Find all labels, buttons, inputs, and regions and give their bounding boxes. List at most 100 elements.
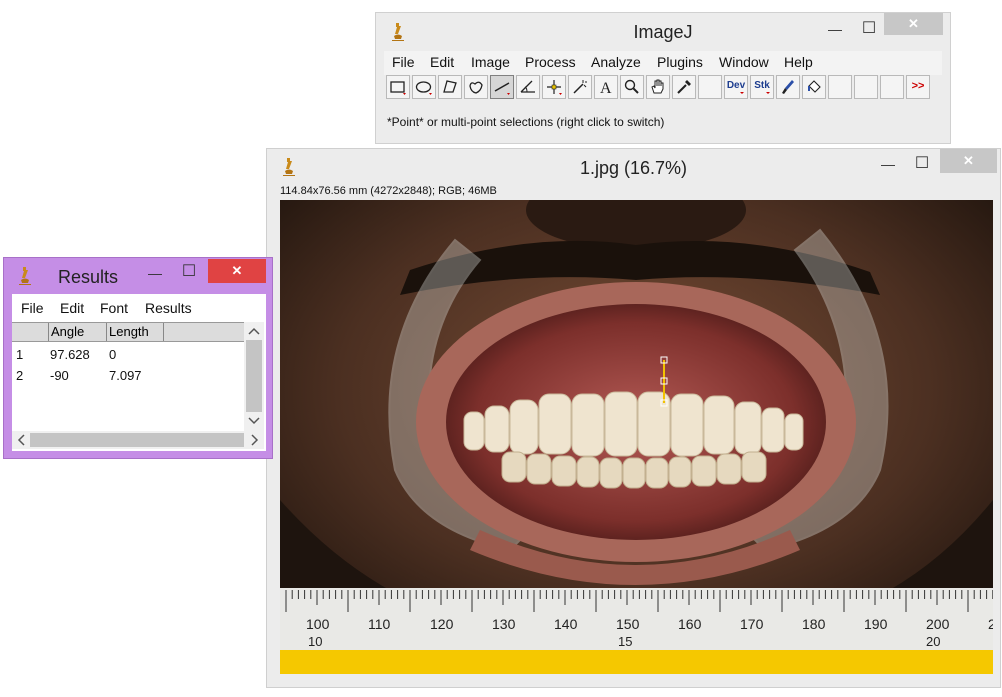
dropdown-arrow-icon — [740, 92, 744, 94]
window-title: Results — [58, 267, 119, 287]
polygon-tool[interactable] — [438, 75, 462, 99]
ruler-label: 180 — [802, 616, 826, 632]
vertical-scrollbar[interactable] — [244, 322, 264, 432]
ruler-label: 120 — [430, 616, 454, 632]
hand-icon — [651, 79, 664, 94]
minimize-button[interactable]: — — [877, 156, 899, 172]
ruler-sub-label: 10 — [308, 634, 323, 649]
stk-tool[interactable]: Stk — [750, 75, 774, 99]
text-icon: A — [600, 80, 612, 96]
ruler-labels: 100 110 120 130 140 150 160 170 180 190 200 21 10 15 2… — [280, 200, 993, 674]
minimize-button[interactable]: — — [824, 21, 846, 37]
table-header: Angle Length — [12, 322, 244, 342]
microscope-icon — [19, 267, 31, 285]
more-tools-button[interactable]: >> — [906, 75, 930, 99]
ruler-sub-label: 20 — [926, 634, 941, 649]
image-titlebar[interactable]: 1.jpg (16.7%) — ☐ ✕ — [267, 149, 1000, 183]
menu-image[interactable]: Image — [471, 54, 510, 70]
results-titlebar[interactable]: Results — ☐ ✕ — [4, 258, 272, 290]
color-picker-tool[interactable] — [672, 75, 696, 99]
results-panel: File Edit Font Results Angle Length 1 97… — [12, 294, 266, 451]
length-value: 7.097 — [109, 368, 142, 383]
maximize-button[interactable]: ☐ — [178, 261, 200, 281]
ruler-label: 150 — [616, 616, 640, 632]
ruler-label: 100 — [306, 616, 330, 632]
freehand-tool[interactable] — [464, 75, 488, 99]
row-index: 2 — [16, 368, 24, 383]
maximize-button[interactable]: ☐ — [858, 18, 880, 38]
scroll-thumb[interactable] — [30, 433, 244, 447]
menu-file[interactable]: File — [21, 300, 44, 316]
point-tool[interactable] — [542, 75, 566, 99]
image-info: 114.84x76.56 mm (4272x2848); RGB; 46MB — [280, 185, 497, 197]
angle-value: 97.628 — [50, 347, 90, 362]
wand-tool[interactable] — [568, 75, 592, 99]
ruler-label: 130 — [492, 616, 516, 632]
menu-help[interactable]: Help — [784, 54, 813, 70]
results-window: Results — ☐ ✕ File Edit Font Results Ang… — [3, 257, 273, 459]
ruler-label: 160 — [678, 616, 702, 632]
dev-tool[interactable]: Dev — [724, 75, 748, 99]
imagej-titlebar[interactable]: ImageJ — ☐ ✕ — [376, 13, 950, 49]
angle-value: -90 — [50, 368, 69, 383]
brush-tool[interactable] — [776, 75, 800, 99]
ruler-label: 140 — [554, 616, 578, 632]
angle-tool[interactable] — [516, 75, 540, 99]
scroll-right-icon — [251, 434, 259, 446]
menu-analyze[interactable]: Analyze — [591, 54, 641, 70]
blank-tool-2[interactable] — [828, 75, 852, 99]
ruler-label: 190 — [864, 616, 888, 632]
image-window: 1.jpg (16.7%) — ☐ ✕ 114.84x76.56 mm (427… — [266, 148, 1001, 688]
menu-edit[interactable]: Edit — [60, 300, 84, 316]
oval-tool[interactable] — [412, 75, 436, 99]
close-button[interactable]: ✕ — [208, 259, 266, 283]
close-button[interactable]: ✕ — [940, 149, 997, 173]
crosshair-icon — [547, 80, 562, 95]
flood-fill-tool[interactable] — [802, 75, 826, 99]
ruler-sub-label: 15 — [618, 634, 633, 649]
hand-tool[interactable] — [646, 75, 670, 99]
ruler-label: 110 — [368, 616, 391, 632]
rectangle-icon — [390, 81, 406, 95]
magnifier-tool[interactable] — [620, 75, 644, 99]
menu-font[interactable]: Font — [100, 300, 128, 316]
wand-icon — [573, 80, 587, 94]
oval-icon — [415, 81, 432, 95]
minimize-button[interactable]: — — [144, 265, 166, 281]
scroll-up-icon — [248, 327, 260, 335]
angle-icon — [520, 80, 535, 93]
menu-edit[interactable]: Edit — [430, 54, 454, 70]
toolbar: A Dev Stk >> — [384, 75, 942, 101]
scroll-down-icon — [248, 417, 260, 425]
status-bar: *Point* or multi-point selections (right… — [387, 115, 665, 129]
menu-window[interactable]: Window — [719, 54, 769, 70]
line-tool[interactable] — [490, 75, 514, 99]
menu-file[interactable]: File — [392, 54, 415, 70]
column-header-angle[interactable]: Angle — [48, 323, 106, 341]
polygon-icon — [443, 80, 457, 93]
blank-tool-3[interactable] — [854, 75, 878, 99]
close-button[interactable]: ✕ — [884, 13, 943, 35]
text-tool[interactable]: A — [594, 75, 618, 99]
menu-process[interactable]: Process — [525, 54, 576, 70]
horizontal-scrollbar[interactable] — [12, 431, 264, 449]
column-header-index[interactable] — [12, 323, 48, 341]
rectangle-tool[interactable] — [386, 75, 410, 99]
ruler-label: 200 — [926, 616, 950, 632]
column-header-length[interactable]: Length — [106, 323, 164, 341]
image-canvas[interactable]: 100 110 120 130 140 150 160 170 180 190 200 21 10 15 2… — [280, 200, 993, 674]
blank-tool-4[interactable] — [880, 75, 904, 99]
scroll-thumb[interactable] — [246, 340, 262, 412]
menubar: File Edit Image Process Analyze Plugins … — [384, 51, 942, 75]
eyedropper-icon — [677, 80, 691, 94]
bucket-icon — [808, 80, 821, 93]
ruler-label: 21 — [988, 616, 993, 632]
menu-results[interactable]: Results — [145, 300, 192, 316]
line-icon — [494, 82, 510, 95]
more-tools-label: >> — [911, 80, 925, 92]
imagej-main-window: ImageJ — ☐ ✕ File Edit Image Process Ana… — [375, 12, 951, 144]
blank-tool-1[interactable] — [698, 75, 722, 99]
maximize-button[interactable]: ☐ — [911, 153, 933, 173]
menu-plugins[interactable]: Plugins — [657, 54, 703, 70]
row-index: 1 — [16, 347, 24, 362]
